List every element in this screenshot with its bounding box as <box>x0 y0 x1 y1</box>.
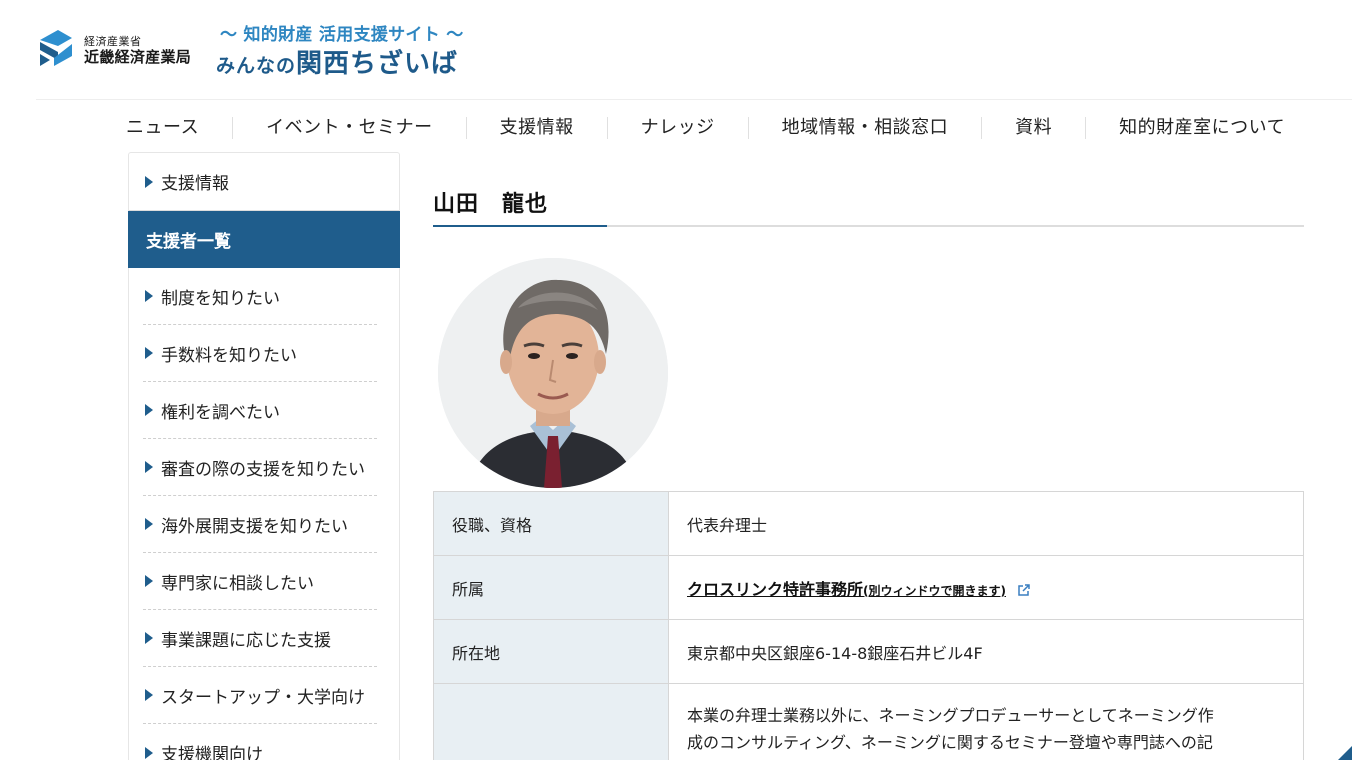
nav-item-documents[interactable]: 資料 <box>981 117 1085 139</box>
page-top-corner[interactable] <box>1338 746 1352 760</box>
sidebar-item[interactable]: 海外展開支援を知りたい <box>143 496 377 553</box>
sidebar-item-label: 審査の際の支援を知りたい <box>161 459 365 480</box>
description-line: 本業の弁理士業務以外に、ネーミングプロデューサーとしてネーミング作 <box>687 706 1214 725</box>
site-title[interactable]: みんなの関西ちざいば <box>216 43 458 80</box>
description-label <box>433 683 669 760</box>
triangle-bullet-icon <box>145 290 153 302</box>
triangle-bullet-icon <box>145 404 153 416</box>
site-tagline: 〜 知的財産 活用支援サイト 〜 <box>220 25 464 45</box>
address-value: 東京都中央区銀座6-14-8銀座石井ビル4F <box>668 619 1304 684</box>
page-title: 山田 龍也 <box>433 192 549 217</box>
sidebar-item-label: 支援機関向け <box>161 745 263 760</box>
header-divider <box>36 99 1352 100</box>
triangle-bullet-icon <box>145 461 153 473</box>
table-row: 本業の弁理士業務以外に、ネーミングプロデューサーとしてネーミング作 成のコンサル… <box>433 683 1304 760</box>
nav-item-support[interactable]: 支援情報 <box>465 117 607 139</box>
sidebar-item[interactable]: 支援機関向け <box>143 724 377 760</box>
sidebar-head-label: 支援情報 <box>161 174 229 194</box>
triangle-bullet-icon <box>145 746 153 759</box>
table-row: 役職、資格 代表弁理士 <box>433 491 1304 556</box>
table-row: 所在地 東京都中央区銀座6-14-8銀座石井ビル4F <box>433 619 1304 684</box>
sidebar-item[interactable]: 制度を知りたい <box>143 268 377 325</box>
new-window-note[interactable]: (別ウィンドウで開きます) <box>863 584 1006 598</box>
sidebar-item-label: 海外展開支援を知りたい <box>161 516 348 537</box>
nav-item-knowledge[interactable]: ナレッジ <box>606 117 748 139</box>
title-underline-accent <box>433 225 607 227</box>
ministry-logo[interactable] <box>36 26 76 70</box>
sidebar-item[interactable]: 専門家に相談したい <box>143 553 377 610</box>
triangle-bullet-icon <box>145 347 153 359</box>
sidebar-item-supporters[interactable]: 支援者一覧 <box>128 211 400 268</box>
table-row: 所属 クロスリンク特許事務所(別ウィンドウで開きます) <box>433 555 1304 620</box>
title-value: 代表弁理士 <box>668 491 1304 556</box>
sidebar-item-label: 事業課題に応じた支援 <box>161 630 331 651</box>
sidebar-item[interactable]: 審査の際の支援を知りたい <box>143 439 377 496</box>
sidebar-item-label: 手数料を知りたい <box>161 345 297 366</box>
triangle-bullet-icon <box>145 689 153 701</box>
sidebar-item-label: 専門家に相談したい <box>161 573 314 594</box>
site-title-main: 関西ちざいば <box>296 49 459 79</box>
portrait-illustration <box>438 258 668 488</box>
triangle-bullet-icon <box>145 518 153 530</box>
sidebar-item[interactable]: 事業課題に応じた支援 <box>143 610 377 667</box>
triangle-bullet-icon <box>145 175 153 188</box>
global-nav: ニュース イベント・セミナー 支援情報 ナレッジ 地域情報・相談窓口 資料 知的… <box>110 106 1330 150</box>
sidebar-item-label: スタートアップ・大学向け <box>161 687 365 708</box>
affiliation-link[interactable]: クロスリンク特許事務所 <box>687 580 863 599</box>
external-link-icon[interactable] <box>1017 583 1031 597</box>
nav-item-about[interactable]: 知的財産室について <box>1085 117 1318 139</box>
sidebar-item[interactable]: 手数料を知りたい <box>143 325 377 382</box>
description-line: 成のコンサルティング、ネーミングに関するセミナー登壇や専門誌への記 <box>687 733 1213 752</box>
triangle-bullet-icon <box>145 575 153 587</box>
sidebar-item-label: 権利を調べたい <box>161 402 280 423</box>
affiliation-value: クロスリンク特許事務所(別ウィンドウで開きます) <box>668 555 1304 620</box>
triangle-bullet-icon <box>145 632 153 644</box>
sidebar-head[interactable]: 支援情報 <box>129 153 399 211</box>
nav-item-events[interactable]: イベント・セミナー <box>232 117 466 139</box>
site-header: 経済産業省 近畿経済産業局 〜 知的財産 活用支援サイト 〜 みんなの関西ちざい… <box>0 0 1352 100</box>
profile-table: 役職、資格 代表弁理士 所属 クロスリンク特許事務所(別ウィンドウで開きます) … <box>433 491 1304 760</box>
sidebar-item[interactable]: スタートアップ・大学向け <box>143 667 377 724</box>
bureau-name: 近畿経済産業局 <box>84 48 192 66</box>
affiliation-label: 所属 <box>433 555 669 620</box>
profile-photo <box>438 258 668 488</box>
address-label: 所在地 <box>433 619 669 684</box>
site-title-prefix: みんなの <box>216 55 297 77</box>
nav-item-regional[interactable]: 地域情報・相談窓口 <box>747 117 982 139</box>
sidebar-item-label: 制度を知りたい <box>161 288 280 309</box>
title-label: 役職、資格 <box>433 491 669 556</box>
sidebar-item[interactable]: 権利を調べたい <box>143 382 377 439</box>
description-value: 本業の弁理士業務以外に、ネーミングプロデューサーとしてネーミング作 成のコンサル… <box>668 683 1304 760</box>
sidebar: 支援情報 支援者一覧 制度を知りたい 手数料を知りたい 権利を調べたい 審査の際… <box>128 152 400 760</box>
nav-item-news[interactable]: ニュース <box>110 117 232 139</box>
